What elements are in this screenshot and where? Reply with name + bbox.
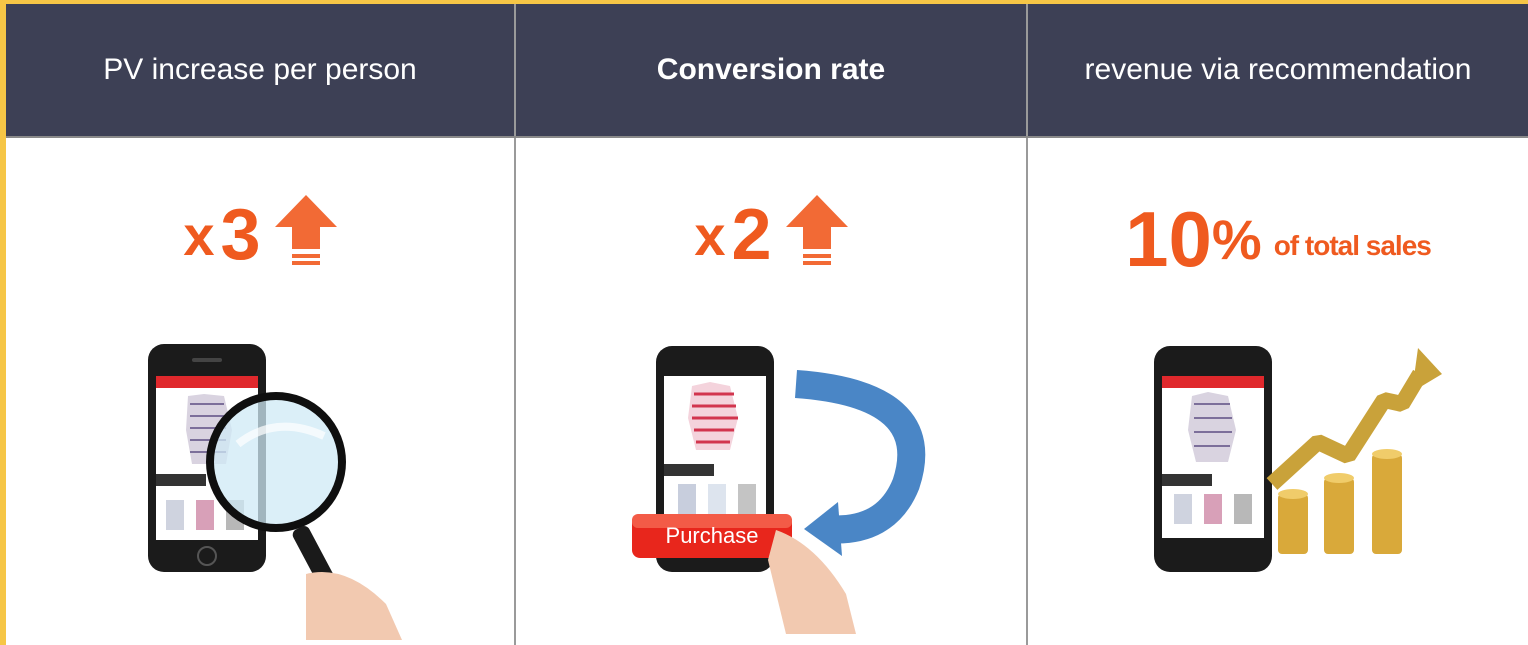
phone-icon [1154, 346, 1272, 572]
infographic: PV increase per person x 3 Conversion ra… [6, 4, 1528, 645]
metric: 10 % of total sales [1028, 194, 1528, 285]
column-revenue: revenue via recommendation 10 % of total… [1028, 4, 1528, 645]
column-conversion: Conversion rate x 2 Purchase [516, 4, 1028, 645]
phone-magnifier-illustration [6, 334, 514, 645]
metric-note: of total sales [1273, 229, 1432, 261]
metric-suffix: % [1211, 208, 1262, 271]
magnifier-icon [206, 392, 402, 640]
arrow-up-icon [274, 194, 337, 276]
column-header: Conversion rate [656, 53, 886, 86]
phone-growth-illustration [1028, 334, 1528, 645]
column-header: PV increase per person [103, 53, 417, 86]
metric: x 2 [516, 194, 1026, 276]
column-header: revenue via recommendation [1084, 53, 1472, 86]
curved-arrow-icon [794, 370, 926, 556]
column-pv: PV increase per person x 3 [6, 4, 516, 645]
metric-value: 3 [220, 195, 261, 275]
metric-prefix: x [183, 203, 215, 267]
header-divider [6, 136, 1528, 138]
metric-value: 2 [731, 195, 772, 275]
metric-value: 10 [1125, 195, 1212, 283]
growth-arrow-icon [1266, 348, 1442, 490]
metric-prefix: x [694, 203, 726, 267]
metric: x 3 [6, 194, 514, 276]
arrow-up-icon [785, 194, 848, 276]
purchase-button-label[interactable]: Purchase [632, 514, 792, 558]
phone-purchase-illustration: Purchase [516, 334, 1026, 645]
